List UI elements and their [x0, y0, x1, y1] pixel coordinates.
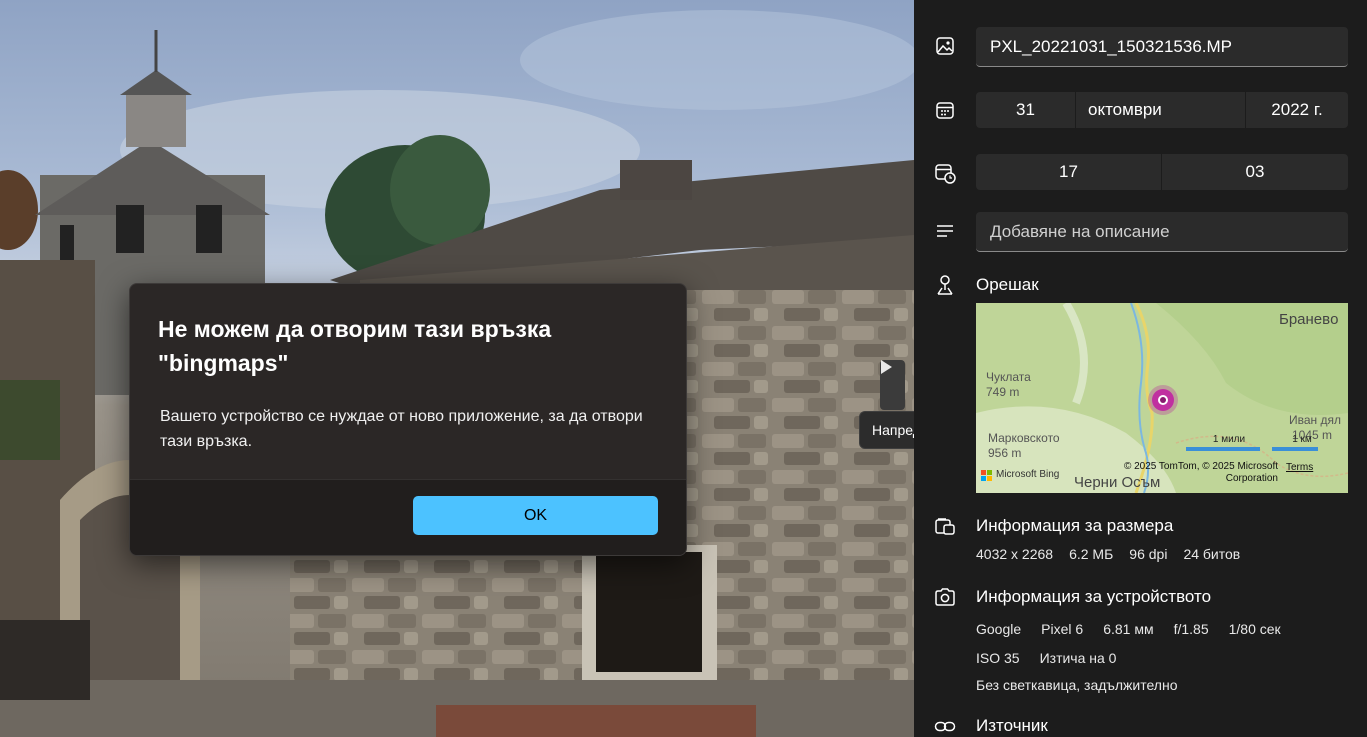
source-section-title: Източник: [976, 716, 1048, 735]
image-icon: [934, 35, 956, 57]
ok-button[interactable]: OK: [413, 496, 658, 535]
date-year[interactable]: 2022 г.: [1246, 92, 1348, 128]
size-bits: 24 битов: [1183, 546, 1241, 562]
location-map[interactable]: Браневo Чуклата 749 m Марковското 956 m …: [976, 303, 1348, 493]
size-dpi: 96 dpi: [1129, 546, 1168, 562]
device-focal-length: 6.81 мм: [1103, 621, 1154, 637]
time-hour[interactable]: 17: [976, 154, 1162, 190]
map-provider: Microsoft Bing: [996, 469, 1060, 480]
device-shutter: 1/80 сек: [1228, 621, 1281, 637]
size-file-size: 6.2 МБ: [1069, 546, 1114, 562]
next-tooltip: Напред: [859, 411, 914, 449]
date-month[interactable]: октомври: [1076, 92, 1246, 128]
time-picker[interactable]: 17 03: [976, 154, 1348, 190]
device-make: Google: [976, 621, 1022, 637]
map-label-markovskoto: Марковското: [988, 431, 1060, 445]
device-details-2: ISO 35 Изтича на 0: [976, 650, 1116, 666]
size-section-title: Информация за размера: [976, 516, 1174, 535]
dialog-title: Не можем да отворим тази връзка "bingmap…: [158, 316, 552, 376]
file-name-value: PXL_20221031_150321536.MP: [990, 36, 1232, 56]
date-picker[interactable]: 31 октомври 2022 г.: [976, 92, 1348, 128]
device-section-title: Информация за устройството: [976, 587, 1212, 606]
map-label-markovskoto-elev: 956 m: [988, 446, 1022, 460]
map-copyright: © 2025 TomTom, © 2025 Microsoft Corporat…: [1123, 461, 1278, 484]
size-details: 4032 x 2268 6.2 МБ 96 dpi 24 битов: [976, 546, 1240, 562]
device-exposure-bias: Изтича на 0: [1039, 650, 1117, 666]
info-panel: PXL_20221031_150321536.MP 31 октомври 20…: [914, 0, 1367, 737]
device-details: Google Pixel 6 6.81 мм f/1.85 1/80 сек: [976, 621, 1281, 637]
device-aperture: f/1.85: [1173, 621, 1209, 637]
link-icon: [934, 716, 956, 737]
map-label-ivan-dyal: Иван дял: [1289, 413, 1342, 427]
map-terms-link[interactable]: Terms: [1286, 462, 1313, 473]
device-flash: Без светкавица, задължително: [976, 677, 1178, 693]
size-dimensions: 4032 x 2268: [976, 546, 1054, 562]
dialog-footer: OK: [130, 479, 686, 555]
map-scale-miles: 1 мили: [1212, 434, 1246, 445]
text-lines-icon: [934, 220, 956, 242]
calendar-icon: [934, 99, 956, 121]
error-dialog: Не можем да отворим тази връзка "bingmap…: [129, 283, 687, 556]
file-name-field[interactable]: PXL_20221031_150321536.MP: [976, 27, 1348, 67]
device-iso: ISO 35: [976, 650, 1020, 666]
map-label-branevo: Браневo: [1279, 311, 1339, 328]
description-placeholder: Добавяне на описание: [990, 221, 1170, 241]
location-pin-icon: [934, 274, 956, 296]
camera-icon: [934, 586, 956, 608]
map-label-chuklata-elev: 749 m: [986, 385, 1020, 399]
play-right-icon: [881, 360, 892, 374]
next-photo-button[interactable]: [880, 360, 905, 410]
map-scale-km: 1 км: [1292, 434, 1312, 445]
time-minute[interactable]: 03: [1162, 154, 1348, 190]
description-input[interactable]: Добавяне на описание: [976, 212, 1348, 252]
location-name: Орешак: [976, 275, 1039, 294]
calendar-clock-icon: [934, 162, 956, 184]
image-size-icon: [934, 515, 956, 537]
device-model: Pixel 6: [1041, 621, 1084, 637]
device-details-3: Без светкавица, задължително: [976, 677, 1177, 693]
dialog-message: Вашето устройство се нуждае от ново прил…: [160, 408, 643, 450]
map-label-chuklata: Чуклата: [986, 370, 1031, 384]
date-day[interactable]: 31: [976, 92, 1076, 128]
